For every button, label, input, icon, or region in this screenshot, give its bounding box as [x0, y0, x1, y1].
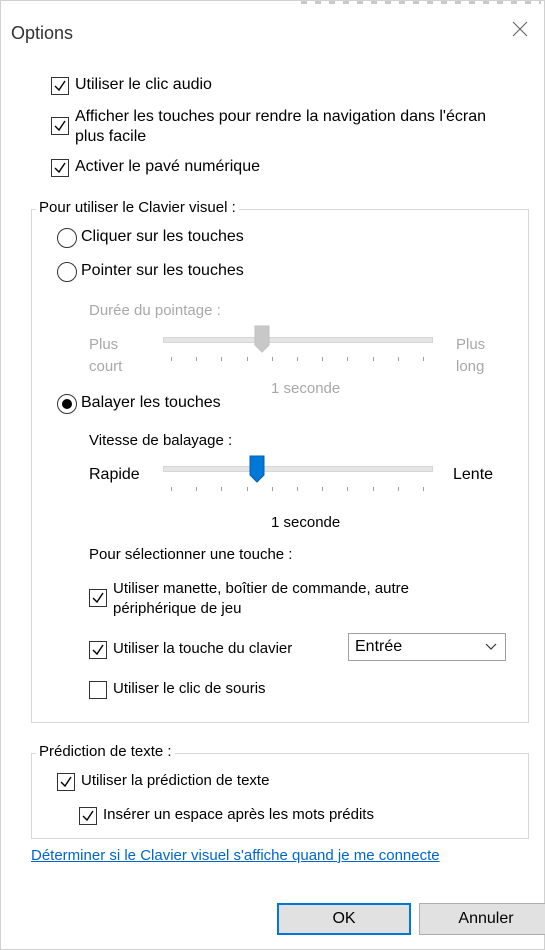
use-prediction-option[interactable]: Utiliser la prédiction de texte [57, 771, 269, 791]
show-keys-label-line2: plus facile [75, 128, 147, 145]
options-dialog: Options Utiliser le clic audio Afficher … [0, 0, 545, 950]
insert-space-checkbox[interactable] [79, 807, 97, 825]
check-icon [54, 162, 66, 174]
slider-tick [246, 487, 248, 491]
hover-duration-value: 1 seconde [271, 380, 341, 397]
gamepad-checkbox[interactable] [89, 589, 107, 607]
check-icon [54, 120, 66, 132]
background-edge [301, 1, 541, 4]
check-icon [82, 810, 94, 822]
audio-click-label: Utiliser le clic audio [75, 76, 212, 93]
hover-keys-option[interactable]: Pointer sur les touches [57, 261, 244, 282]
audio-click-checkbox[interactable] [51, 77, 69, 95]
scan-speed-track [163, 466, 433, 472]
mouse-click-label: Utiliser le clic de souris [113, 680, 266, 697]
close-icon [512, 21, 528, 37]
select-key-label: Pour sélectionner une touche : [89, 546, 293, 563]
slider-tick [347, 357, 349, 361]
scan-speed-slider-thumb[interactable] [249, 455, 265, 483]
ok-button[interactable]: OK [277, 903, 411, 935]
dialog-title: Options [11, 23, 74, 43]
keyboard-key-option[interactable]: Utiliser la touche du clavier [89, 639, 292, 659]
hover-duration-track [163, 337, 433, 343]
close-button[interactable] [506, 15, 534, 43]
text-prediction-group [31, 753, 529, 839]
mouse-click-checkbox[interactable] [89, 681, 107, 699]
scan-keys-radio[interactable] [57, 394, 77, 414]
hover-keys-label: Pointer sur les touches [81, 262, 244, 279]
hover-duration-label: Durée du pointage : [89, 302, 221, 319]
check-icon [54, 80, 66, 92]
show-keys-label-line1: Afficher les touches pour rendre la navi… [75, 108, 487, 125]
show-keys-checkbox[interactable] [51, 117, 69, 135]
use-prediction-label: Utiliser la prédiction de texte [81, 772, 270, 789]
gamepad-option[interactable]: Utiliser manette, boîtier de commande, a… [89, 579, 509, 619]
hover-duration-slider-thumb [254, 325, 270, 353]
slider-tick [372, 357, 374, 361]
keyboard-key-selected-value: Entrée [355, 638, 403, 655]
use-prediction-checkbox[interactable] [57, 773, 75, 791]
scan-speed-label: Vitesse de balayage : [89, 432, 233, 449]
keyboard-key-checkbox[interactable] [89, 641, 107, 659]
slider-tick [322, 487, 324, 491]
hover-keys-radio[interactable] [57, 262, 77, 282]
scan-keys-label: Balayer les touches [81, 394, 221, 411]
slider-tick [221, 357, 223, 361]
scan-keys-option[interactable]: Balayer les touches [57, 393, 221, 414]
slider-tick [397, 357, 399, 361]
numpad-option[interactable]: Activer le pavé numérique [51, 157, 260, 177]
numpad-label: Activer le pavé numérique [75, 158, 260, 175]
slider-tick [171, 357, 172, 361]
slider-tick [196, 487, 198, 491]
slider-tick [347, 487, 349, 491]
audio-click-option[interactable]: Utiliser le clic audio [51, 75, 212, 95]
keyboard-key-select[interactable]: Entrée [348, 633, 506, 661]
slider-tick [397, 487, 399, 491]
keyboard-key-label: Utiliser la touche du clavier [113, 640, 293, 657]
check-icon [60, 776, 72, 788]
logon-settings-link[interactable]: Déterminer si le Clavier visuel s'affich… [31, 847, 440, 864]
hover-duration-max-line1: Plus [456, 336, 486, 353]
hover-duration-max-line2: long [456, 358, 485, 375]
numpad-checkbox[interactable] [51, 159, 69, 177]
slider-tick [423, 357, 424, 361]
check-icon [92, 592, 104, 604]
gamepad-label-line1: Utiliser manette, boîtier de commande, a… [113, 580, 409, 597]
scan-speed-min: Rapide [89, 466, 140, 483]
slider-tick [246, 357, 248, 361]
scan-speed-ticks [163, 487, 431, 491]
text-prediction-group-label: Prédiction de texte : [36, 743, 175, 760]
slider-tick [196, 357, 198, 361]
slider-tick [423, 487, 424, 491]
radio-selected-dot [62, 399, 72, 409]
mouse-click-option[interactable]: Utiliser le clic de souris [89, 679, 266, 699]
slider-tick [221, 487, 223, 491]
click-keys-option[interactable]: Cliquer sur les touches [57, 227, 244, 248]
slider-tick [271, 487, 273, 491]
hover-duration-ticks [163, 357, 431, 361]
hover-duration-min-line1: Plus [89, 336, 119, 353]
visual-keyboard-group-label: Pour utiliser le Clavier visuel : [36, 199, 239, 216]
slider-tick [297, 357, 298, 361]
show-keys-option[interactable]: Afficher les touches pour rendre la navi… [51, 107, 531, 147]
slider-tick [271, 357, 273, 361]
chevron-down-icon [485, 643, 497, 650]
slider-tick [297, 487, 298, 491]
slider-tick [322, 357, 324, 361]
slider-tick [171, 487, 172, 491]
hover-duration-min-line2: court [89, 358, 123, 375]
slider-tick [372, 487, 374, 491]
scan-speed-value: 1 seconde [271, 514, 341, 531]
gamepad-label-line2: périphérique de jeu [113, 600, 242, 617]
cancel-button[interactable]: Annuler [419, 903, 545, 935]
scan-speed-max: Lente [453, 466, 494, 483]
click-keys-label: Cliquer sur les touches [81, 228, 244, 245]
insert-space-option[interactable]: Insérer un espace après les mots prédits [79, 805, 374, 825]
check-icon [92, 644, 104, 656]
insert-space-label: Insérer un espace après les mots prédits [103, 806, 374, 823]
click-keys-radio[interactable] [57, 228, 77, 248]
